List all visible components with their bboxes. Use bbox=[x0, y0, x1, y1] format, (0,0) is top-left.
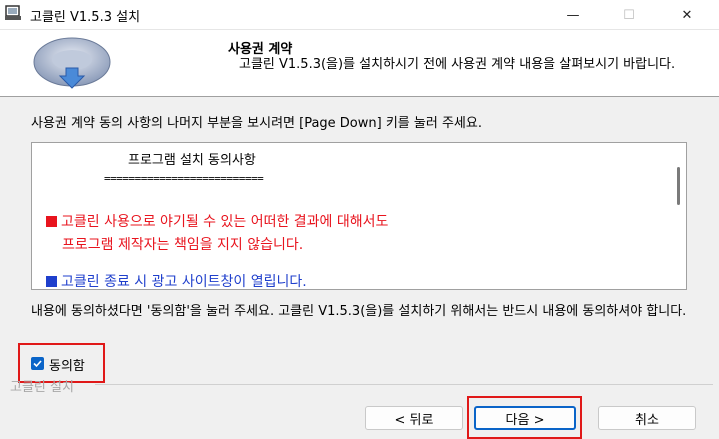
checkmark-icon bbox=[33, 360, 42, 368]
header-subtitle: 고클린 V1.5.3(을)를 설치하시기 전에 사용권 계약 내용을 살펴보시기… bbox=[239, 57, 676, 72]
cancel-button[interactable]: 취소 bbox=[598, 406, 696, 430]
license-item-1-line-2: 프로그램 제작자는 책임을 지지 않습니다. bbox=[62, 237, 304, 253]
agreement-instruction: 내용에 동의하셨다면 '동의함'을 눌러 주세요. 고클린 V1.5.3(을)를… bbox=[31, 304, 687, 319]
close-button[interactable]: ✕ bbox=[664, 0, 710, 30]
header-title: 사용권 계약 bbox=[228, 42, 293, 57]
title-bar: 고클린 V1.5.3 설치 — ☐ ✕ bbox=[0, 0, 719, 30]
license-item-1-line-1: 고클린 사용으로 야기될 수 있는 어떠한 결과에 대해서도 bbox=[61, 214, 389, 230]
agree-checkbox[interactable] bbox=[31, 357, 44, 370]
window-title: 고클린 V1.5.3 설치 bbox=[30, 10, 141, 25]
installer-brand-label: 고클린 설치 bbox=[10, 380, 74, 395]
license-item-2: 고클린 종료 시 광고 사이트창이 열립니다. bbox=[46, 271, 307, 290]
wizard-header: 사용권 계약 고클린 V1.5.3(을)를 설치하시기 전에 사용권 계약 내용… bbox=[0, 30, 719, 97]
back-button[interactable]: < 뒤로 bbox=[365, 406, 463, 430]
installer-disk-icon bbox=[33, 37, 111, 89]
next-button[interactable]: 다음 > bbox=[474, 406, 576, 430]
scrollbar-thumb[interactable] bbox=[677, 167, 680, 205]
blue-square-bullet-icon bbox=[46, 276, 57, 287]
license-scrollbar[interactable] bbox=[669, 143, 686, 289]
license-separator: ========================== bbox=[104, 172, 264, 185]
installer-app-icon bbox=[5, 5, 21, 20]
license-textbox[interactable]: 프로그램 설치 동의사항 ========================== … bbox=[31, 142, 687, 290]
license-item-1: 고클린 사용으로 야기될 수 있는 어떠한 결과에 대해서도 bbox=[46, 211, 388, 231]
footer-divider bbox=[95, 384, 713, 385]
minimize-button[interactable]: — bbox=[550, 0, 596, 30]
agree-checkbox-label[interactable]: 동의함 bbox=[49, 355, 85, 374]
red-square-bullet-icon bbox=[46, 216, 57, 227]
maximize-button[interactable]: ☐ bbox=[606, 0, 652, 30]
license-title: 프로그램 설치 동의사항 bbox=[128, 153, 256, 168]
license-item-2-text: 고클린 종료 시 광고 사이트창이 열립니다. bbox=[61, 274, 307, 290]
instruction-text: 사용권 계약 동의 사항의 나머지 부분을 보시려면 [Page Down] 키… bbox=[31, 116, 482, 131]
